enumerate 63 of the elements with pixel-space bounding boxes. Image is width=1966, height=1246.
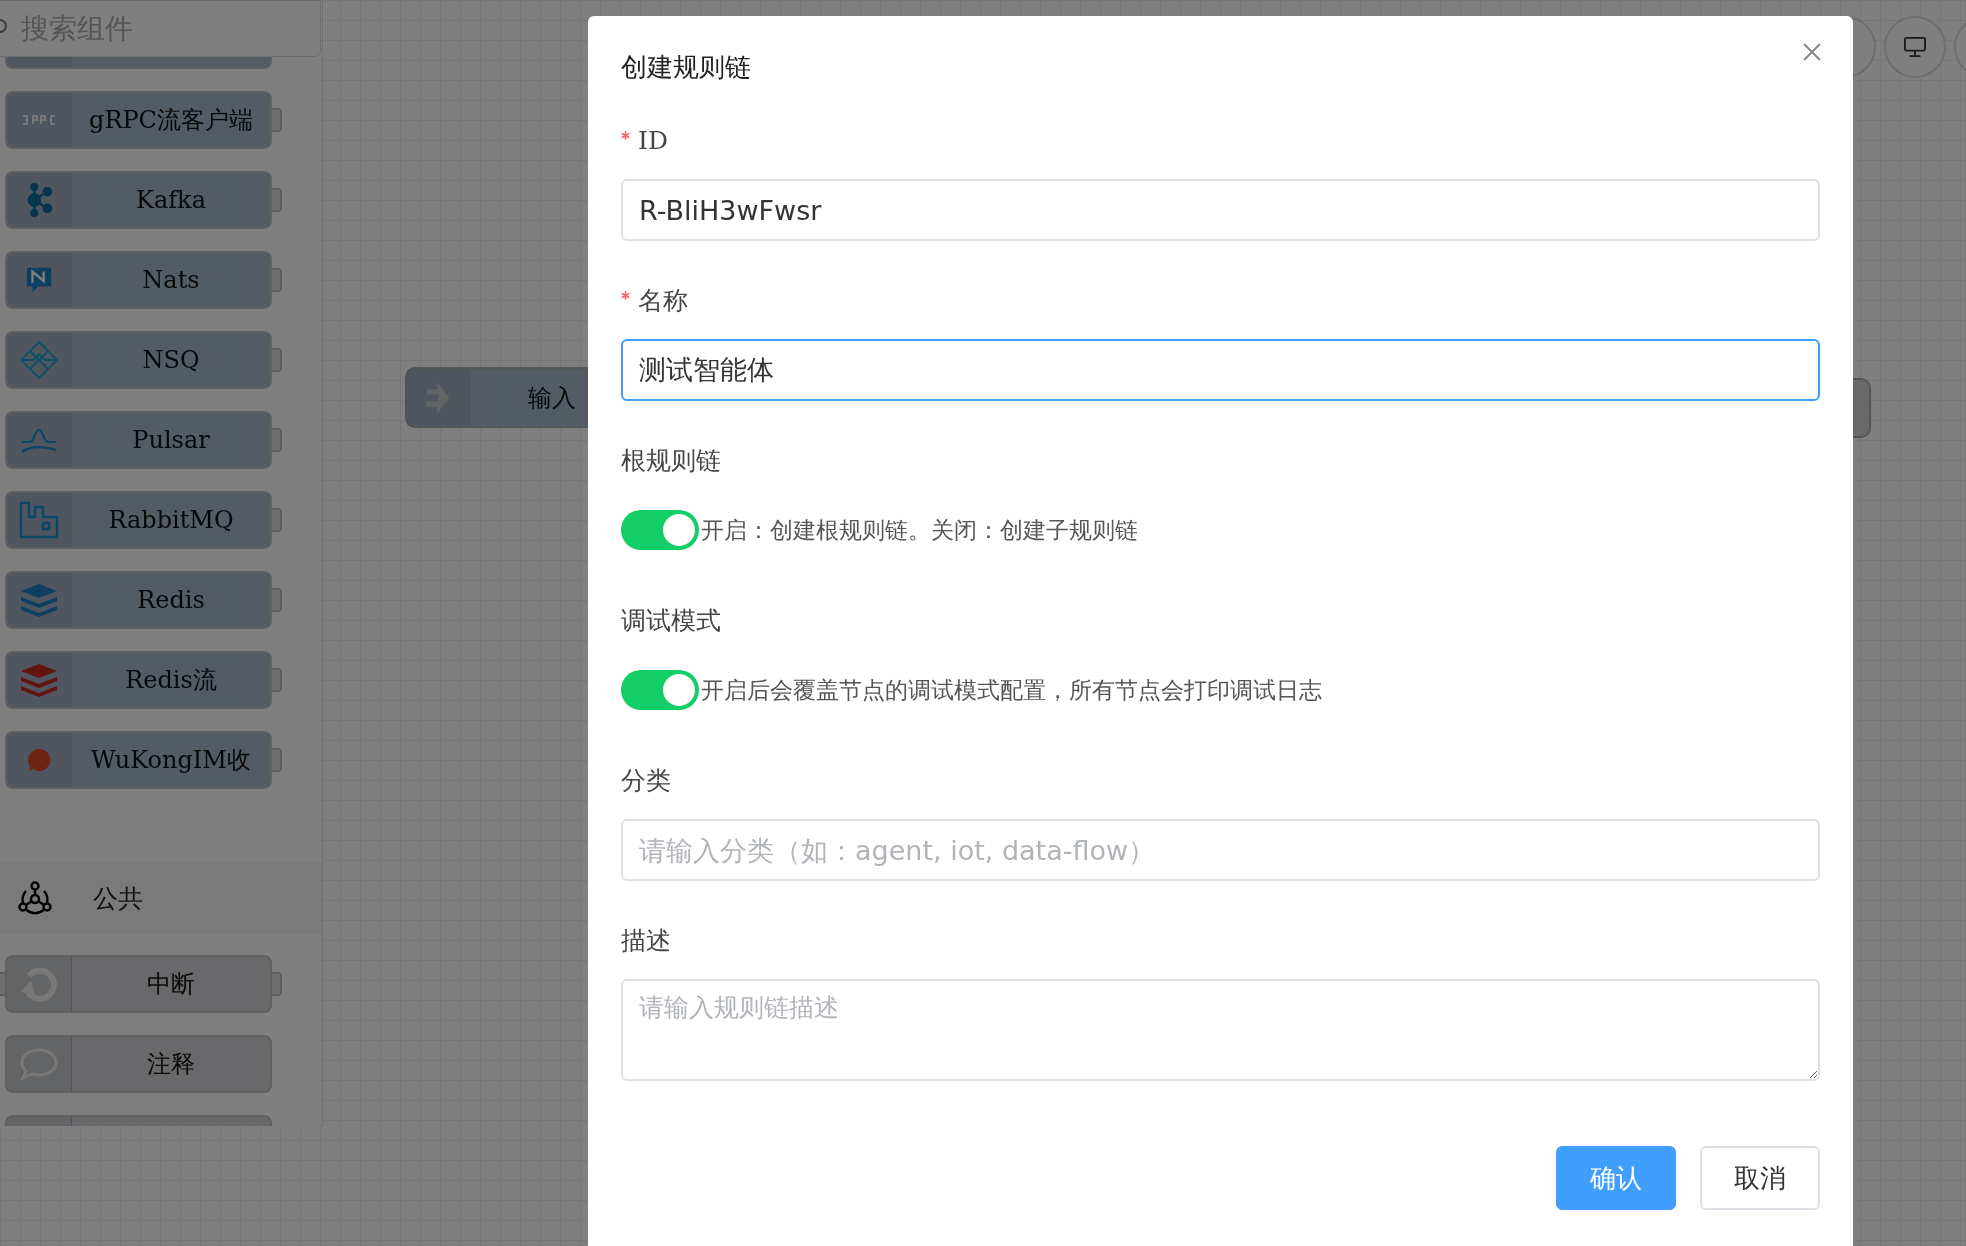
node-label: gRPC流客户端	[88, 105, 254, 136]
stack-icon	[19, 662, 59, 698]
output-port[interactable]	[272, 508, 282, 532]
input-field[interactable]: R-BliH3wFwsr	[621, 179, 1820, 241]
node-label: Redis流	[124, 665, 218, 696]
close-icon	[1802, 42, 1822, 62]
field-label: 名称	[638, 284, 688, 317]
hub-icon	[17, 880, 53, 916]
node-label: RabbitMQ	[107, 506, 235, 534]
category-header[interactable]: 公共	[0, 862, 322, 934]
toggle-switch[interactable]	[621, 510, 699, 550]
node-card[interactable]: RabbitMQ	[5, 491, 272, 549]
switch-hint: 开启：创建根规则链。关闭：创建子规则链	[701, 515, 1138, 545]
kafka-icon	[25, 183, 53, 217]
node-label: 中断	[146, 969, 196, 1000]
nats-icon	[25, 266, 53, 294]
output-port[interactable]	[272, 972, 282, 996]
output-port[interactable]	[272, 428, 282, 452]
dialog-title: 创建规则链	[621, 50, 751, 84]
input-field[interactable]: 测试智能体	[621, 339, 1820, 401]
node-label: Pulsar	[131, 426, 211, 454]
node-card[interactable]: Redis	[5, 571, 272, 629]
output-port[interactable]	[272, 668, 282, 692]
rabbit-icon	[19, 501, 59, 539]
diamond-network-icon	[19, 340, 59, 380]
output-port[interactable]	[272, 748, 282, 772]
output-port[interactable]	[272, 348, 282, 372]
category-title: 公共	[93, 882, 143, 915]
field-label: 描述	[621, 924, 671, 957]
node-card[interactable]: 注释	[5, 1035, 272, 1093]
node-card[interactable]: WuKongIM收	[5, 731, 272, 789]
output-port[interactable]	[272, 268, 282, 292]
field-label: ID	[638, 125, 668, 155]
node-label: WuKongIM收	[90, 745, 252, 776]
node-card[interactable]: gRPC流客户端	[5, 91, 272, 149]
output-port[interactable]	[272, 108, 282, 132]
monitor-icon	[1903, 36, 1927, 58]
confirm-button[interactable]: 确认	[1556, 1146, 1676, 1210]
node-label: Nats	[141, 266, 201, 294]
node-label: 注释	[146, 1049, 196, 1080]
field-label: 分类	[621, 764, 671, 797]
pulse-wave-icon	[20, 426, 58, 454]
node-label: 输入	[527, 382, 576, 414]
field-label: 根规则链	[621, 444, 721, 477]
node-card[interactable]: Redis流	[5, 651, 272, 709]
node-label: Redis	[136, 586, 206, 614]
stack-icon	[19, 582, 59, 618]
node-card[interactable]: NSQ	[5, 331, 272, 389]
text-area[interactable]: 请输入规则链描述	[621, 979, 1820, 1081]
node-label: Kafka	[135, 186, 207, 214]
node-card[interactable]: Pulsar	[5, 411, 272, 469]
node-card[interactable]: Nats	[5, 251, 272, 309]
output-port[interactable]	[272, 588, 282, 612]
field-label: 调试模式	[621, 604, 721, 637]
switch-hint: 开启后会覆盖节点的调试模式配置，所有节点会打印调试日志	[701, 675, 1322, 705]
node-card[interactable]: 中断	[5, 955, 272, 1013]
toggle-switch[interactable]	[621, 670, 699, 710]
input-field[interactable]: 请输入分类（如：agent, iot, data-flow）	[621, 819, 1820, 881]
node-card[interactable]: Kafka	[5, 171, 272, 229]
node-label: NSQ	[141, 346, 201, 374]
cancel-button[interactable]: 取消	[1700, 1146, 1820, 1210]
chat-bubble-icon	[27, 748, 51, 772]
output-port[interactable]	[272, 188, 282, 212]
